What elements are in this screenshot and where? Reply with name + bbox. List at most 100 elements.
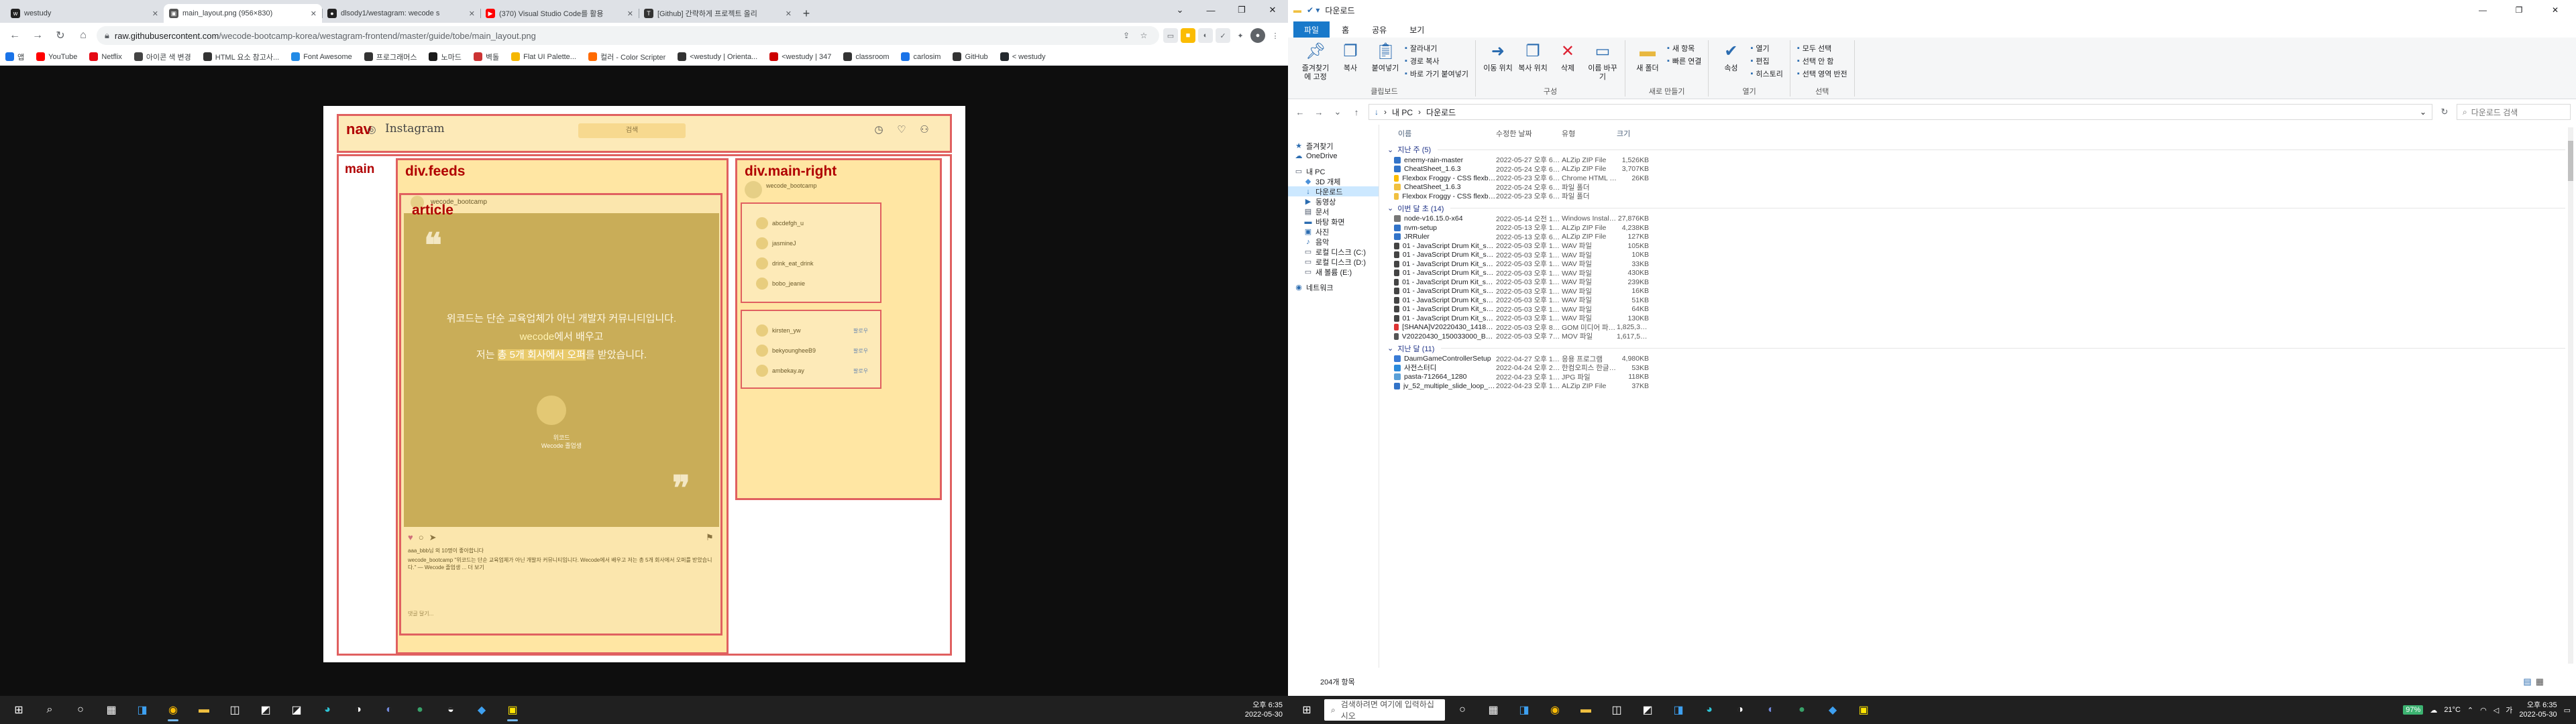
quick-access-toolbar[interactable]: ✔ ▾ <box>1307 5 1320 15</box>
path-segment[interactable]: 다운로드 <box>1426 107 1456 118</box>
address-bar[interactable]: 🔒︎ raw.githubusercontent.com/wecode-boot… <box>97 26 1159 45</box>
reload-icon[interactable]: ↻ <box>51 26 70 45</box>
battery-badge[interactable]: 97% <box>2403 705 2424 715</box>
file-row[interactable]: V20220430_150033000_BB6520A2-9119-...202… <box>1385 332 2565 341</box>
maps-icon[interactable]: ◆ <box>1819 697 1846 723</box>
bookmark-item[interactable]: 아이콘 색 변경 <box>133 52 191 62</box>
browser-tab-2[interactable]: ● dlsody1/westagram: wecode s ✕ <box>322 4 480 23</box>
discord-icon[interactable]: ◐ <box>1758 697 1784 723</box>
volume-icon[interactable]: ◁ <box>2493 706 2499 715</box>
tray-chevron-icon[interactable]: ⌃ <box>2467 706 2473 715</box>
nav-item[interactable]: ◆ 3D 개체 <box>1295 176 1379 186</box>
file-row[interactable]: 01 - JavaScript Drum Kit_sounds_hihat202… <box>1385 296 2565 305</box>
column-size[interactable]: 크기 <box>1617 128 1649 139</box>
share-icon[interactable]: ⇪ <box>1119 28 1134 43</box>
file-row[interactable]: 01 - JavaScript Drum Kit_sounds_tom2022-… <box>1385 241 2565 251</box>
refresh-icon[interactable]: ↻ <box>2438 103 2451 121</box>
task-view-icon[interactable]: ▦ <box>1480 697 1507 723</box>
bookmark-item[interactable]: YouTube <box>36 52 77 61</box>
nav-item[interactable]: ▣ 사진 <box>1295 227 1379 237</box>
close-tab-icon[interactable]: ✕ <box>786 9 792 18</box>
file-row[interactable]: 01 - JavaScript Drum Kit_sounds_ride2022… <box>1385 269 2565 278</box>
nav-item[interactable]: ▭ 로컬 디스크 (C:) <box>1295 247 1379 257</box>
bookmark-item[interactable]: 앱 <box>5 52 24 62</box>
file-row[interactable]: 01 - JavaScript Drum Kit_sounds_kick2022… <box>1385 287 2565 296</box>
search-icon[interactable]: ⌕ <box>36 697 63 723</box>
maximize-icon[interactable]: ❐ <box>2504 5 2534 15</box>
scroll-thumb[interactable] <box>2568 141 2573 181</box>
vscode-icon[interactable]: ◨ <box>1665 697 1692 723</box>
bookmark-item[interactable]: 프로그래머스 <box>364 52 417 62</box>
file-row[interactable]: DaumGameControllerSetup 2022-04-27 오후 11:… <box>1385 355 2565 364</box>
recent-dropdown-icon[interactable]: ⌄ <box>1331 103 1344 121</box>
file-row[interactable]: node-v16.15.0-x64 2022-05-14 오전 12:03 Wind… <box>1385 215 2565 224</box>
task-view-icon[interactable]: ▦ <box>98 697 125 723</box>
file-row[interactable]: enemy-rain-master 2022-05-27 오후 6:24 ALZip… <box>1385 156 2565 165</box>
bookmark-item[interactable]: 벽돌 <box>473 52 499 62</box>
close-tab-icon[interactable]: ✕ <box>152 9 158 18</box>
column-date[interactable]: 수정한 날짜 <box>1496 128 1562 139</box>
temperature[interactable]: 21°C <box>2444 706 2461 714</box>
ribbon-small-button[interactable]: ▪ 잘라내기 <box>1405 43 1468 54</box>
file-row[interactable]: 01 - JavaScript Drum Kit_sounds_openhat 2… <box>1385 278 2565 287</box>
cortana-icon[interactable]: ○ <box>67 697 94 723</box>
browser-tab-4[interactable]: T [Github] 간략하게 프로젝트 올리 ✕ <box>639 4 797 23</box>
close-tab-icon[interactable]: ✕ <box>311 9 317 18</box>
bookmark-item[interactable]: Netflix <box>89 52 122 61</box>
edge-icon[interactable]: ◕ <box>314 697 341 723</box>
new-tab-button[interactable]: + <box>797 4 816 23</box>
file-row[interactable]: [SHANA]V20220430_141813000_5A8D...2022-0… <box>1385 323 2565 333</box>
file-row[interactable]: 01 - JavaScript Drum Kit_sounds_tink2022… <box>1385 251 2565 260</box>
windows-start-icon[interactable]: ⊞ <box>5 697 32 723</box>
tab-share[interactable]: 공유 <box>1361 21 1397 38</box>
app-icon[interactable]: ● <box>407 697 433 723</box>
ribbon-small-button[interactable]: ▪ 바로 가기 붙여넣기 <box>1405 68 1468 79</box>
nav-item[interactable]: ▤ 문서 <box>1295 206 1379 217</box>
notification-icon[interactable]: ▭ <box>2564 706 2571 715</box>
kakaotalk-icon[interactable]: ▣ <box>1850 697 1877 723</box>
ribbon-small-button[interactable]: ▪ 히스토리 <box>1750 68 1782 79</box>
extension-icon[interactable]: ▭ <box>1163 28 1178 43</box>
ime-icon[interactable]: 가 <box>2506 705 2512 715</box>
bookmark-item[interactable]: <westudy | Orienta... <box>678 52 757 61</box>
path-segment[interactable]: 내 PC <box>1392 107 1413 118</box>
file-group-header[interactable]: ⌄ 지난 달 (11) <box>1385 343 2565 355</box>
close-tab-icon[interactable]: ✕ <box>627 9 633 18</box>
clock[interactable]: 오후 6:35 2022-05-30 <box>1245 701 1283 719</box>
app-icon[interactable]: ◩ <box>252 697 279 723</box>
menu-dots-icon[interactable]: ⋮ <box>1268 28 1283 43</box>
puzzle-icon[interactable]: ✦ <box>1233 28 1248 43</box>
bookmark-item[interactable]: 노마드 <box>429 52 462 62</box>
file-row[interactable]: nvm-setup 2022-05-13 오후 11:41 ALZip ZIP Fi… <box>1385 223 2565 233</box>
details-view-icon[interactable]: ▤ <box>2523 676 2531 687</box>
ribbon-small-button[interactable]: ▪ 편집 <box>1750 56 1782 66</box>
maps-icon[interactable]: ◆ <box>468 697 495 723</box>
kakaotalk-icon[interactable]: ▣ <box>499 697 526 723</box>
file-row[interactable]: JRRuler 2022-05-13 오후 6:59 ALZip ZIP File 1… <box>1385 233 2565 242</box>
chrome-icon[interactable]: ◉ <box>1542 697 1568 723</box>
back-icon[interactable]: ← <box>5 26 24 45</box>
folder-icon[interactable]: ▬ <box>191 697 217 723</box>
app-icon[interactable]: ● <box>1788 697 1815 723</box>
nav-item[interactable]: ▬ 바탕 화면 <box>1295 217 1379 227</box>
file-row[interactable]: pasta-712664_1280 2022-04-23 오후 1:43 JPG 파… <box>1385 373 2565 382</box>
file-row[interactable]: 01 - JavaScript Drum Kit_sounds_snare202… <box>1385 259 2565 269</box>
browser-tab-0[interactable]: w westudy ✕ <box>5 4 164 23</box>
bookmark-item[interactable]: carlosim <box>901 52 941 61</box>
ribbon-small-button[interactable]: ▪ 경로 복사 <box>1405 56 1468 66</box>
close-window-icon[interactable]: ✕ <box>1257 0 1288 20</box>
profile-avatar-icon[interactable]: ● <box>1250 28 1265 43</box>
extension-icon[interactable]: ■ <box>1181 28 1195 43</box>
app-icon[interactable]: ◑ <box>1727 697 1754 723</box>
store-icon[interactable]: ◫ <box>221 697 248 723</box>
bookmark-item[interactable]: Font Awesome <box>291 52 352 61</box>
file-row[interactable]: jv_52_multiple_slide_loop_BASE2022-04-23… <box>1385 381 2565 391</box>
browser-tab-1[interactable]: ▣ main_layout.png (956×830) ✕ <box>164 4 322 23</box>
tab-view[interactable]: 보기 <box>1399 21 1435 38</box>
nav-item[interactable]: ☁ OneDrive <box>1295 151 1379 161</box>
app-icon[interactable]: ◩ <box>1634 697 1661 723</box>
ribbon-small-button[interactable]: ▪ 모두 선택 <box>1797 43 1847 54</box>
back-icon[interactable]: ← <box>1293 103 1307 121</box>
bookmark-item[interactable]: Flat UI Palette... <box>511 52 576 61</box>
vscode-icon[interactable]: ◨ <box>129 697 156 723</box>
